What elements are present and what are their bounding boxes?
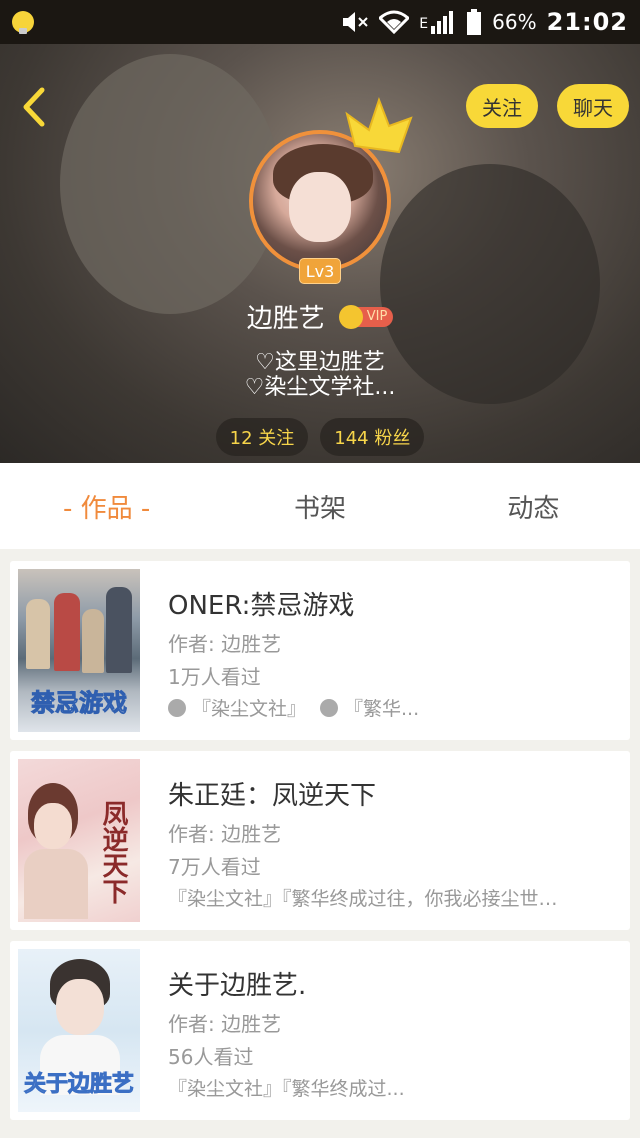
book-views: 7万人看过 bbox=[168, 855, 261, 879]
mute-icon bbox=[343, 12, 368, 32]
book-author: 作者: 边胜艺 bbox=[168, 1012, 282, 1036]
cover-title: 凤逆天下 bbox=[98, 800, 128, 904]
book-views: 1万人看过 bbox=[168, 665, 261, 689]
book-title: ONER:禁忌游戏 bbox=[168, 591, 355, 621]
following-count[interactable]: 12 关注 bbox=[215, 418, 309, 456]
clock: 21:02 bbox=[546, 8, 628, 36]
book-cover: 禁忌游戏 bbox=[18, 569, 140, 732]
tab-activity[interactable]: 动态 bbox=[427, 488, 640, 525]
list-item[interactable]: 凤逆天下 朱正廷：凤逆天下 作者: 边胜艺 7万人看过 『染尘文社』『繁华终成过… bbox=[10, 751, 630, 930]
tab-bookshelf[interactable]: 书架 bbox=[213, 488, 426, 525]
vip-crown-icon bbox=[338, 304, 363, 329]
avatar[interactable]: Lv3 bbox=[249, 97, 413, 284]
crown-icon bbox=[345, 97, 413, 154]
back-button[interactable] bbox=[14, 82, 54, 132]
book-tags: 『染尘文社』『繁华终成过... bbox=[168, 1078, 405, 1100]
bio: ♡这里边胜艺 ♡染尘文学社... bbox=[244, 350, 396, 400]
username: 边胜艺 bbox=[246, 304, 325, 334]
battery-icon bbox=[467, 9, 482, 35]
book-views: 56人看过 bbox=[168, 1045, 254, 1069]
profile-header: 关注 聊天 Lv3 边胜艺 VIP ♡这里边胜艺 ♡染尘文学社... 12 关注… bbox=[0, 44, 640, 463]
fans-count[interactable]: 144 粉丝 bbox=[320, 418, 425, 456]
chevron-left-icon bbox=[23, 87, 45, 127]
book-author: 作者: 边胜艺 bbox=[168, 632, 282, 656]
follow-button[interactable]: 关注 bbox=[466, 84, 538, 128]
cover-title: 禁忌游戏 bbox=[31, 689, 128, 718]
tab-bar: - 作品 - 书架 动态 bbox=[0, 463, 640, 549]
list-item[interactable]: 禁忌游戏 ONER:禁忌游戏 作者: 边胜艺 1万人看过 『染尘文社』 『繁华.… bbox=[10, 561, 630, 740]
cover-title: 关于边胜艺 bbox=[23, 1072, 134, 1098]
book-cover: 凤逆天下 bbox=[18, 759, 140, 922]
signal-icon bbox=[431, 11, 454, 34]
tag-dot-icon bbox=[320, 698, 339, 717]
book-tags: 『染尘文社』『繁华终成过往，你我必接尘世… bbox=[168, 888, 558, 910]
status-bar: E 66% 21:02 bbox=[0, 0, 640, 44]
battery-percent: 66% bbox=[492, 10, 537, 34]
background-blur bbox=[60, 54, 280, 314]
list-item[interactable]: 关于边胜艺 关于边胜艺. 作者: 边胜艺 56人看过 『染尘文社』『繁华终成过.… bbox=[10, 941, 630, 1120]
book-tags: 『染尘文社』 『繁华... bbox=[168, 694, 616, 721]
chat-button[interactable]: 聊天 bbox=[557, 84, 629, 128]
book-list: 禁忌游戏 ONER:禁忌游戏 作者: 边胜艺 1万人看过 『染尘文社』 『繁华.… bbox=[10, 561, 630, 1131]
tab-works[interactable]: - 作品 - bbox=[0, 488, 213, 525]
vip-badge: VIP bbox=[338, 304, 394, 329]
book-author: 作者: 边胜艺 bbox=[168, 822, 282, 846]
book-cover: 关于边胜艺 bbox=[18, 949, 140, 1112]
level-badge: Lv3 bbox=[299, 258, 341, 284]
tag-dot-icon bbox=[168, 698, 186, 717]
wifi-icon bbox=[379, 10, 410, 34]
book-title: 关于边胜艺. bbox=[168, 971, 307, 1001]
book-title: 朱正廷：凤逆天下 bbox=[168, 781, 377, 811]
notification-bulb-icon bbox=[12, 11, 34, 34]
network-type: E bbox=[419, 16, 429, 32]
